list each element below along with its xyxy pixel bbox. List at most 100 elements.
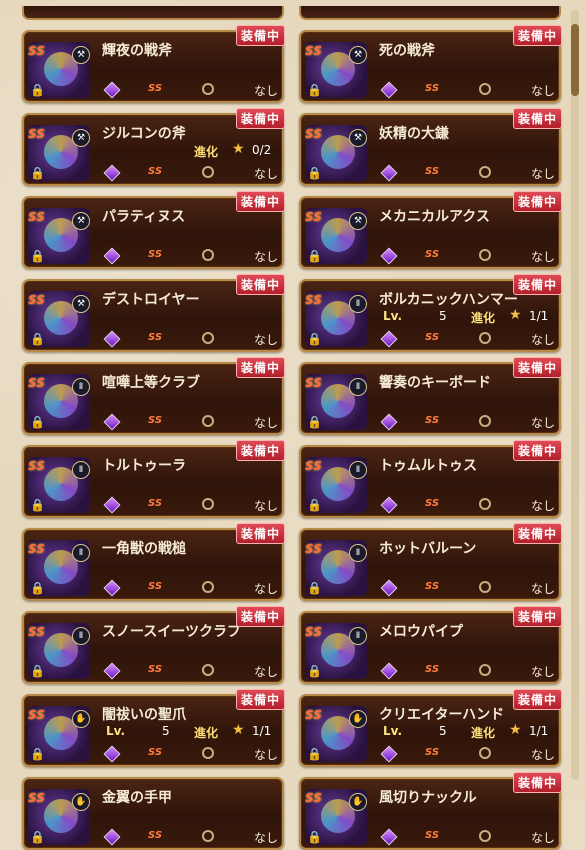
weapon-portrait: SS Ⅱ 🔒 bbox=[305, 457, 367, 513]
lock-icon: 🔒 bbox=[307, 747, 322, 761]
none-label: なし bbox=[530, 831, 555, 845]
rarity-mini-icon: SS bbox=[425, 581, 440, 592]
equipment-card[interactable]: SS Ⅱ 🔒 ボルカニックハンマー Lv. 5 進化 ★ 1/1 SS なし 装備中 bbox=[299, 274, 562, 352]
equipment-card[interactable]: SS Ⅱ 🔒 メロウパイプ SS なし 装備中 bbox=[299, 606, 562, 684]
lock-icon: 🔒 bbox=[30, 249, 45, 263]
lock-icon: 🔒 bbox=[30, 581, 45, 595]
equipment-card[interactable]: SS Ⅱ 🔒 トゥムルトゥス SS なし 装備中 bbox=[299, 440, 562, 518]
slot-row: SS なし bbox=[379, 828, 557, 847]
claw-type-icon: ✋ bbox=[72, 793, 90, 811]
weapon-portrait: SS Ⅱ 🔒 bbox=[28, 457, 90, 513]
weapon-portrait: SS ✋ 🔒 bbox=[305, 706, 367, 762]
none-label: なし bbox=[253, 748, 278, 762]
weapon-name: デストロイヤー bbox=[102, 292, 200, 308]
weapon-name: クリエイターハンド bbox=[379, 707, 505, 723]
axe-type-icon: ⚒ bbox=[349, 46, 367, 64]
weapon-portrait: SS ⚒ 🔒 bbox=[305, 42, 367, 98]
weapon-name: 輝夜の戦斧 bbox=[102, 43, 172, 59]
ring-slot-icon bbox=[202, 83, 214, 95]
weapon-name: メロウパイプ bbox=[379, 624, 463, 640]
gem-icon bbox=[380, 164, 398, 182]
equipment-card[interactable]: SS ✋ 🔒 風切りナックル SS なし 装備中 bbox=[299, 772, 562, 850]
lock-icon: 🔒 bbox=[307, 332, 322, 346]
rarity-icon: SS bbox=[28, 210, 45, 224]
rarity-icon: SS bbox=[305, 459, 322, 473]
none-label: なし bbox=[253, 333, 278, 347]
equipment-card[interactable]: SS ⚒ 🔒 輝夜の戦斧 SS なし 装備中 bbox=[22, 25, 285, 103]
equipment-card[interactable]: SS ✋ 🔒 金翼の手甲 SS なし bbox=[22, 777, 284, 850]
axe-type-icon: ⚒ bbox=[72, 129, 90, 147]
weapon-portrait: SS Ⅱ 🔒 bbox=[28, 374, 90, 430]
equipment-card[interactable]: SS Ⅱ 🔒 喧嘩上等クラブ SS なし 装備中 bbox=[22, 357, 285, 435]
equipment-card[interactable]: SS Ⅱ 🔒 ホットバルーン SS なし 装備中 bbox=[299, 523, 562, 601]
equipment-card[interactable]: SS ✋ 🔒 闇祓いの聖爪 Lv. 5 進化 ★ 1/1 SS なし 装備中 bbox=[22, 689, 285, 767]
card-fragment-top[interactable] bbox=[22, 6, 284, 20]
rarity-mini-icon: SS bbox=[425, 415, 440, 426]
level-value: 5 bbox=[439, 724, 447, 738]
equipment-card[interactable]: SS ✋ 🔒 クリエイターハンド Lv. 5 進化 ★ 1/1 SS なし 装備中 bbox=[299, 689, 562, 767]
rarity-mini-icon: SS bbox=[425, 83, 440, 94]
rarity-icon: SS bbox=[305, 376, 322, 390]
equipped-badge: 装備中 bbox=[512, 191, 562, 212]
rarity-icon: SS bbox=[305, 293, 322, 307]
equipment-card[interactable]: SS ⚒ 🔒 死の戦斧 SS なし 装備中 bbox=[299, 25, 562, 103]
lock-icon: 🔒 bbox=[30, 747, 45, 761]
slot-row: SS なし bbox=[102, 745, 280, 764]
gem-icon bbox=[103, 413, 121, 431]
none-label: なし bbox=[530, 250, 555, 264]
ring-slot-icon bbox=[479, 249, 491, 261]
lock-icon: 🔒 bbox=[30, 166, 45, 180]
slot-row: SS なし bbox=[379, 413, 557, 432]
weapon-name: 闇祓いの聖爪 bbox=[102, 707, 186, 723]
none-label: なし bbox=[253, 665, 278, 679]
equipped-badge: 装備中 bbox=[235, 108, 285, 129]
lock-icon: 🔒 bbox=[307, 166, 322, 180]
none-label: なし bbox=[530, 84, 555, 98]
none-label: なし bbox=[253, 416, 278, 430]
weapon-portrait: SS ⚒ 🔒 bbox=[28, 208, 90, 264]
weapon-name: 響奏のキーボード bbox=[379, 375, 491, 391]
equipment-card[interactable]: SS ⚒ 🔒 ジルコンの斧 進化 ★ 0/2 SS なし 装備中 bbox=[22, 108, 285, 186]
scrollbar-track[interactable] bbox=[571, 10, 579, 780]
evolution-label: 進化 bbox=[471, 726, 496, 740]
ring-slot-icon bbox=[202, 830, 214, 842]
equipment-card[interactable]: SS Ⅱ 🔒 一角獣の戦槌 SS なし 装備中 bbox=[22, 523, 285, 601]
slot-row: SS なし bbox=[102, 496, 280, 515]
hammer-type-icon: Ⅱ bbox=[349, 461, 367, 479]
equipment-card[interactable]: SS ⚒ 🔒 パラティヌス SS なし 装備中 bbox=[22, 191, 285, 269]
gem-icon bbox=[103, 662, 121, 680]
rarity-icon: SS bbox=[305, 127, 322, 141]
ring-slot-icon bbox=[202, 415, 214, 427]
weapon-portrait: SS ✋ 🔒 bbox=[305, 789, 367, 845]
ring-slot-icon bbox=[479, 664, 491, 676]
card-fragment-top[interactable] bbox=[299, 6, 561, 20]
gem-icon bbox=[103, 496, 121, 514]
equipment-card[interactable]: SS Ⅱ 🔒 トルトゥーラ SS なし 装備中 bbox=[22, 440, 285, 518]
evolution-label: 進化 bbox=[194, 726, 219, 740]
equipped-badge: 装備中 bbox=[512, 108, 562, 129]
ring-slot-icon bbox=[479, 498, 491, 510]
weapon-name: 死の戦斧 bbox=[379, 43, 435, 59]
equipment-card[interactable]: SS ⚒ 🔒 妖精の大鎌 SS なし 装備中 bbox=[299, 108, 562, 186]
none-label: なし bbox=[253, 167, 278, 181]
axe-type-icon: ⚒ bbox=[72, 295, 90, 313]
rarity-icon: SS bbox=[305, 210, 322, 224]
lock-icon: 🔒 bbox=[307, 664, 322, 678]
equipment-card[interactable]: SS ⚒ 🔒 メカニカルアクス SS なし 装備中 bbox=[299, 191, 562, 269]
level-value: 5 bbox=[439, 309, 447, 323]
rarity-mini-icon: SS bbox=[425, 830, 440, 841]
ring-slot-icon bbox=[479, 83, 491, 95]
gem-icon bbox=[103, 828, 121, 846]
equipped-badge: 装備中 bbox=[512, 357, 562, 378]
lock-icon: 🔒 bbox=[30, 332, 45, 346]
equipment-card[interactable]: SS Ⅱ 🔒 響奏のキーボード SS なし 装備中 bbox=[299, 357, 562, 435]
scrollbar-thumb[interactable] bbox=[571, 24, 579, 96]
equipment-card[interactable]: SS Ⅱ 🔒 スノースイーツクラブ SS なし 装備中 bbox=[22, 606, 285, 684]
lock-icon: 🔒 bbox=[307, 830, 322, 844]
axe-type-icon: ⚒ bbox=[72, 46, 90, 64]
hammer-type-icon: Ⅱ bbox=[349, 295, 367, 313]
equipped-badge: 装備中 bbox=[235, 274, 285, 295]
equipment-card[interactable]: SS ⚒ 🔒 デストロイヤー SS なし 装備中 bbox=[22, 274, 285, 352]
rarity-icon: SS bbox=[305, 708, 322, 722]
lock-icon: 🔒 bbox=[30, 830, 45, 844]
